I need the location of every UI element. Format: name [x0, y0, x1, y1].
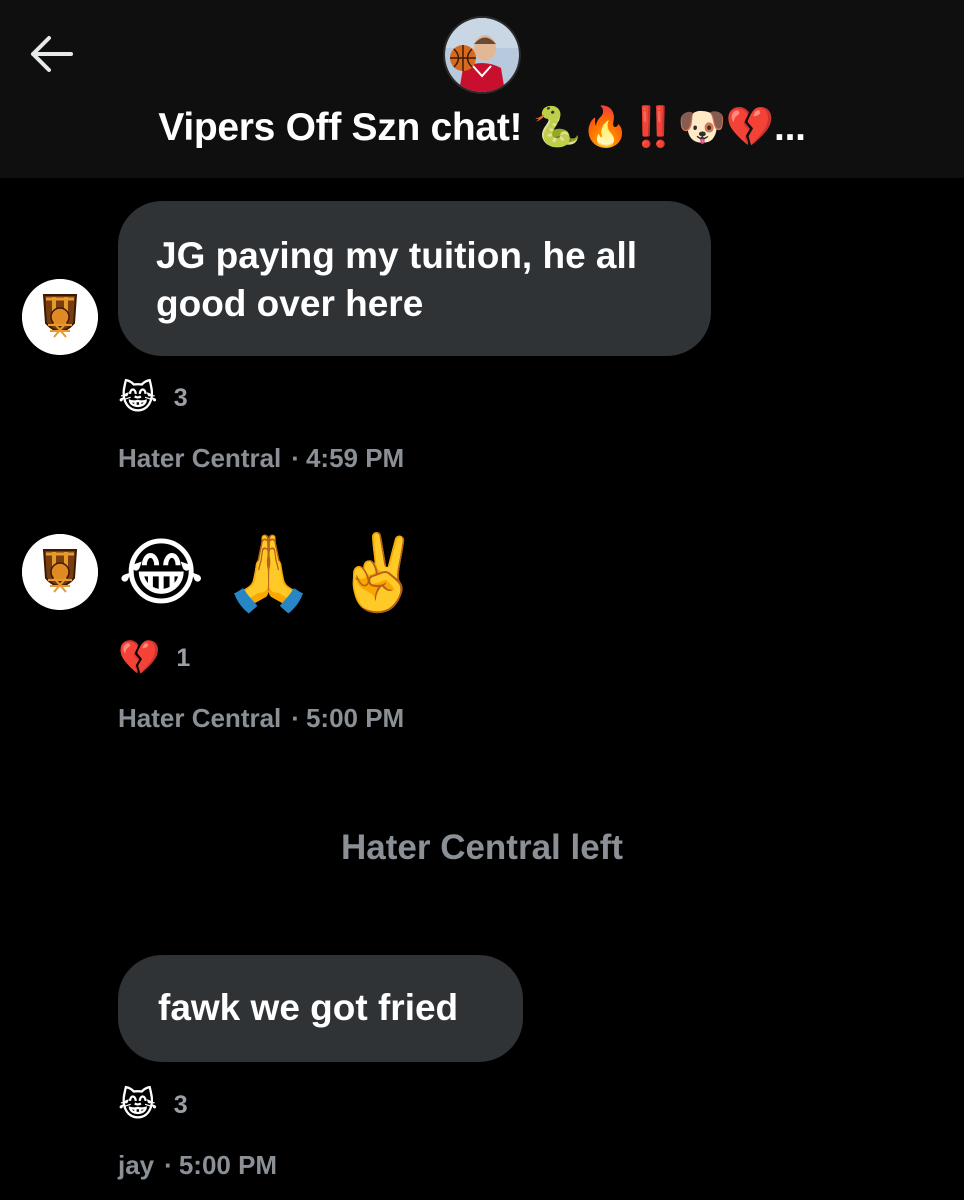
- back-button[interactable]: [22, 28, 78, 80]
- message-meta: Hater Central · 5:00 PM: [118, 703, 404, 734]
- chat-title[interactable]: Vipers Off Szn chat! 🐍🔥‼️🐶💔...: [0, 104, 964, 150]
- broken-heart-icon: 💔: [118, 639, 161, 677]
- hater-central-logo-icon: [22, 279, 98, 355]
- message-meta: Hater Central · 4:59 PM: [118, 443, 404, 474]
- separator-dot: ·: [291, 703, 300, 733]
- conversation-header: Vipers Off Szn chat! 🐍🔥‼️🐶💔...: [0, 0, 964, 178]
- timestamp: 4:59 PM: [305, 443, 405, 473]
- message-meta: jay · 5:00 PM: [118, 1150, 277, 1181]
- group-avatar[interactable]: [443, 16, 521, 94]
- sender-avatar[interactable]: [22, 534, 98, 610]
- sender-name: jay: [118, 1150, 155, 1180]
- message-text: JG paying my tuition, he all good over h…: [156, 235, 638, 324]
- reaction-count: 1: [176, 643, 191, 672]
- reaction-badge[interactable]: 😹 3: [118, 375, 188, 421]
- message-text: fawk we got fried: [158, 987, 459, 1028]
- arrow-left-icon: [31, 36, 73, 72]
- hater-central-logo-icon: [22, 534, 98, 610]
- message-bubble[interactable]: fawk we got fried: [118, 955, 523, 1062]
- member-left-notice: Hater Central left: [340, 828, 624, 867]
- cat-tears-of-joy-icon: 😹: [118, 379, 158, 417]
- timestamp: 5:00 PM: [305, 703, 405, 733]
- separator-dot: ·: [164, 1150, 173, 1180]
- sender-avatar[interactable]: [22, 279, 98, 355]
- reaction-count: 3: [173, 1090, 188, 1119]
- message-bubble[interactable]: JG paying my tuition, he all good over h…: [118, 201, 711, 356]
- reaction-badge[interactable]: 😹 3: [118, 1082, 188, 1128]
- cat-tears-of-joy-icon: 😹: [118, 1086, 158, 1124]
- reaction-badge[interactable]: 💔 1: [118, 635, 190, 681]
- group-avatar-image: [445, 18, 519, 92]
- reaction-count: 3: [173, 383, 188, 412]
- separator-dot: ·: [291, 443, 300, 473]
- emoji-message[interactable]: 😂🙏✌️: [118, 528, 443, 618]
- sender-name: Hater Central: [118, 443, 282, 473]
- timestamp: 5:00 PM: [178, 1150, 278, 1180]
- sender-name: Hater Central: [118, 703, 282, 733]
